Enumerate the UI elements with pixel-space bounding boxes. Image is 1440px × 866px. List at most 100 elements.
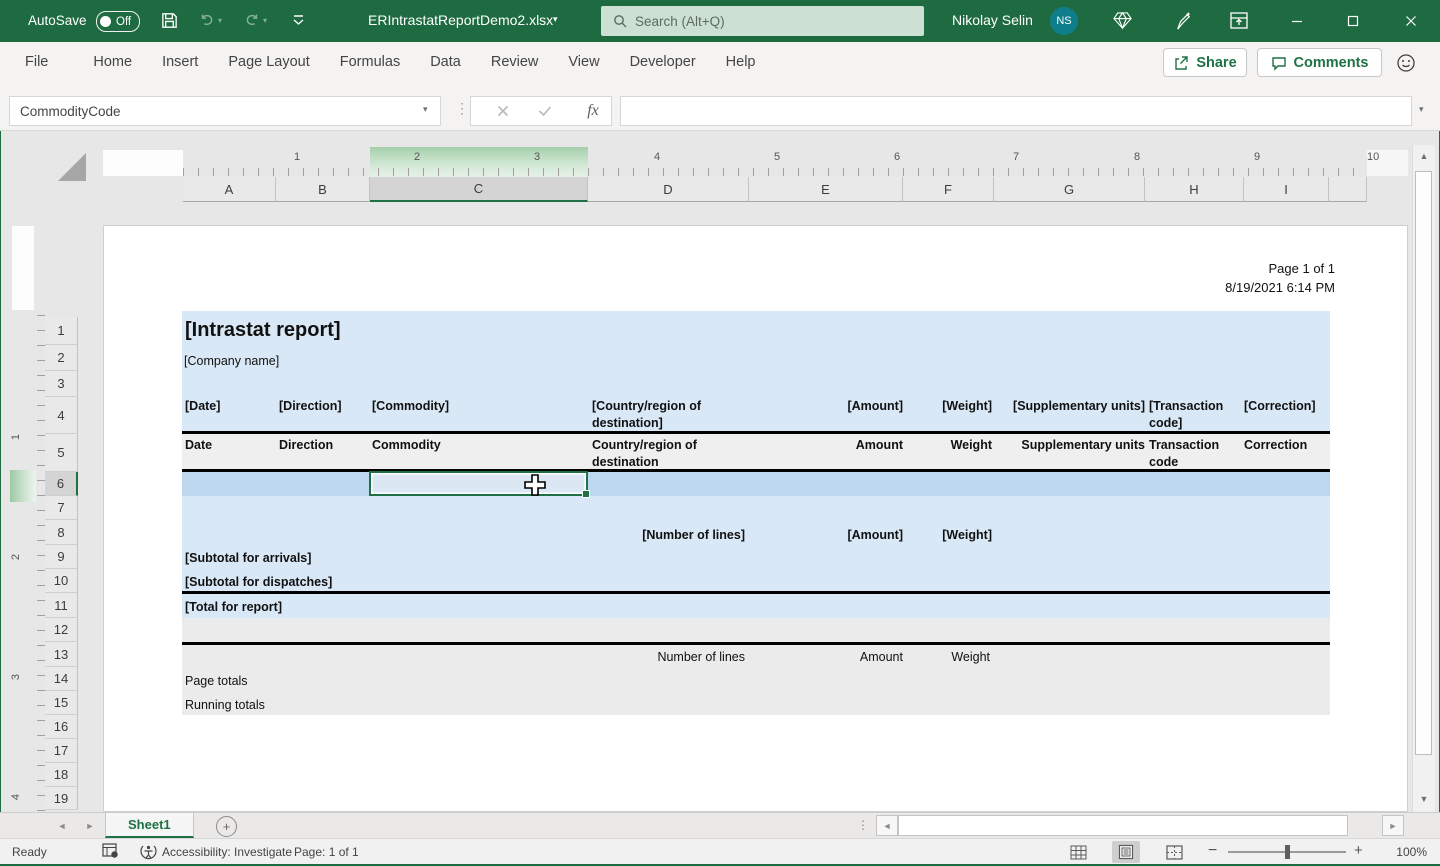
row-header-2[interactable]: 2 <box>45 345 78 371</box>
hdr-commodity-cell[interactable]: Commodity <box>372 437 441 454</box>
feedback-button[interactable] <box>1396 53 1416 78</box>
tab-insert[interactable]: Insert <box>147 42 213 82</box>
tab-formulas[interactable]: Formulas <box>325 42 415 82</box>
ph-transaction-cell[interactable]: [Transaction code] <box>1149 398 1241 432</box>
column-header-e[interactable]: E <box>749 177 903 202</box>
hdr-supplementary-cell[interactable]: Supplementary units <box>994 437 1145 454</box>
premium-diamond-button[interactable] <box>1112 11 1133 30</box>
row-header-10[interactable]: 10 <box>45 569 78 593</box>
grip-dots-icon[interactable]: ⋮ <box>455 100 469 117</box>
column-header-d[interactable]: D <box>588 177 749 202</box>
scroll-up-button[interactable]: ▲ <box>1413 145 1435 167</box>
subtotal-dispatches-cell[interactable]: [Subtotal for dispatches] <box>185 574 332 591</box>
sheet-tab-sheet1[interactable]: Sheet1 <box>105 813 194 838</box>
row-header-9[interactable]: 9 <box>45 545 78 569</box>
row-header-19[interactable]: 19 <box>45 787 78 810</box>
hscroll-left-button[interactable]: ◄ <box>876 815 898 836</box>
close-button[interactable] <box>1388 0 1434 42</box>
row-header-15[interactable]: 15 <box>45 691 78 715</box>
expand-formula-bar-icon[interactable]: ▾ <box>1419 104 1424 115</box>
redo-dropdown-icon[interactable]: ▾ <box>263 16 267 25</box>
tab-data[interactable]: Data <box>415 42 476 82</box>
subtotal-number-of-lines-cell[interactable]: [Number of lines] <box>595 527 745 544</box>
row-header-3[interactable]: 3 <box>45 371 78 397</box>
tab-developer[interactable]: Developer <box>615 42 711 82</box>
accessibility-status[interactable]: Accessibility: Investigate <box>162 845 292 859</box>
new-sheet-button[interactable]: + <box>216 816 237 837</box>
page-totals-cell[interactable]: Page totals <box>185 673 248 690</box>
save-button[interactable] <box>160 11 179 30</box>
tab-file[interactable]: File <box>10 42 63 82</box>
column-header-c-selected[interactable]: C <box>370 177 588 202</box>
minimize-button[interactable] <box>1274 0 1320 42</box>
total-for-report-cell[interactable]: [Total for report] <box>185 599 282 616</box>
macro-record-button[interactable] <box>102 843 119 862</box>
grip-dots-icon[interactable]: ⋮ <box>857 818 869 832</box>
running-totals-cell[interactable]: Running totals <box>185 697 265 714</box>
undo-button[interactable]: ▾ <box>198 11 222 29</box>
insert-function-button[interactable]: fx <box>578 96 608 126</box>
footer-number-of-lines-cell[interactable]: Number of lines <box>595 649 745 666</box>
sheet-nav-prev-button[interactable]: ◄ <box>52 817 72 835</box>
ph-country-cell[interactable]: [Country/region of destination] <box>592 398 717 432</box>
footer-weight-cell[interactable]: Weight <box>904 649 990 666</box>
row-header-5[interactable]: 5 <box>45 434 78 472</box>
tab-review[interactable]: Review <box>476 42 554 82</box>
formula-input[interactable] <box>620 96 1412 126</box>
vertical-scroll-thumb[interactable] <box>1415 171 1432 755</box>
selected-cell-c6[interactable] <box>369 471 590 498</box>
ph-weight-cell[interactable]: [Weight] <box>904 398 992 415</box>
hdr-country-cell[interactable]: Country/region of destination <box>592 437 717 471</box>
tab-view[interactable]: View <box>553 42 614 82</box>
ph-direction-cell[interactable]: [Direction] <box>279 398 342 415</box>
zoom-level[interactable]: 100% <box>1381 845 1427 859</box>
subtotal-amount-cell[interactable]: [Amount] <box>753 527 903 544</box>
maximize-button[interactable] <box>1330 0 1376 42</box>
page-break-preview-button[interactable] <box>1160 841 1188 863</box>
zoom-in-button[interactable]: + <box>1354 842 1363 859</box>
zoom-out-button[interactable]: − <box>1208 842 1217 860</box>
row-header-17[interactable]: 17 <box>45 739 78 763</box>
ph-date-cell[interactable]: [Date] <box>185 398 220 415</box>
user-name[interactable]: Nikolay Selin <box>952 12 1033 28</box>
accessibility-checker-button[interactable] <box>140 843 157 863</box>
column-header-h[interactable]: H <box>1145 177 1244 202</box>
company-name-cell[interactable]: [Company name] <box>184 353 279 370</box>
row-header-12[interactable]: 12 <box>45 618 78 642</box>
footer-amount-cell[interactable]: Amount <box>753 649 903 666</box>
ph-correction-cell[interactable]: [Correction] <box>1244 398 1316 415</box>
document-title[interactable]: ERIntrastatReportDemo2.xlsx <box>368 12 553 28</box>
search-input[interactable]: Search (Alt+Q) <box>601 6 924 36</box>
hdr-transaction-cell[interactable]: Transaction code <box>1149 437 1241 471</box>
row-header-13[interactable]: 13 <box>45 642 78 667</box>
select-all-corner[interactable] <box>58 153 86 181</box>
row-header-18[interactable]: 18 <box>45 763 78 787</box>
row-header-4[interactable]: 4 <box>45 397 78 434</box>
row-header-11[interactable]: 11 <box>45 593 78 618</box>
horizontal-scroll-thumb[interactable] <box>898 815 1348 836</box>
row-header-14[interactable]: 14 <box>45 667 78 691</box>
row-header-8[interactable]: 8 <box>45 520 78 545</box>
row-header-16[interactable]: 16 <box>45 715 78 739</box>
ribbon-display-options-button[interactable] <box>1229 11 1249 30</box>
tab-home[interactable]: Home <box>78 42 147 82</box>
name-box-dropdown-icon[interactable]: ▾ <box>423 104 428 115</box>
page-header-timestamp[interactable]: 8/19/2021 6:14 PM <box>1135 279 1335 296</box>
hdr-date-cell[interactable]: Date <box>185 437 212 454</box>
column-header-g[interactable]: G <box>994 177 1145 202</box>
zoom-slider-handle[interactable] <box>1285 845 1290 859</box>
ph-commodity-cell[interactable]: [Commodity] <box>372 398 449 415</box>
name-box[interactable]: CommodityCode <box>9 96 441 126</box>
page-layout-view-button[interactable] <box>1112 841 1140 863</box>
fill-handle[interactable] <box>582 490 590 498</box>
scroll-down-button[interactable]: ▼ <box>1413 788 1435 810</box>
hdr-weight-cell[interactable]: Weight <box>904 437 992 454</box>
cancel-entry-button[interactable] <box>488 96 518 126</box>
autosave-toggle[interactable]: Off <box>96 11 141 32</box>
column-header-b[interactable]: B <box>276 177 370 202</box>
redo-button[interactable]: ▾ <box>243 11 267 29</box>
normal-view-button[interactable] <box>1064 841 1092 863</box>
column-header-f[interactable]: F <box>903 177 994 202</box>
report-title-cell[interactable]: [Intrastat report] <box>185 317 341 343</box>
share-button[interactable]: Share <box>1163 48 1247 77</box>
